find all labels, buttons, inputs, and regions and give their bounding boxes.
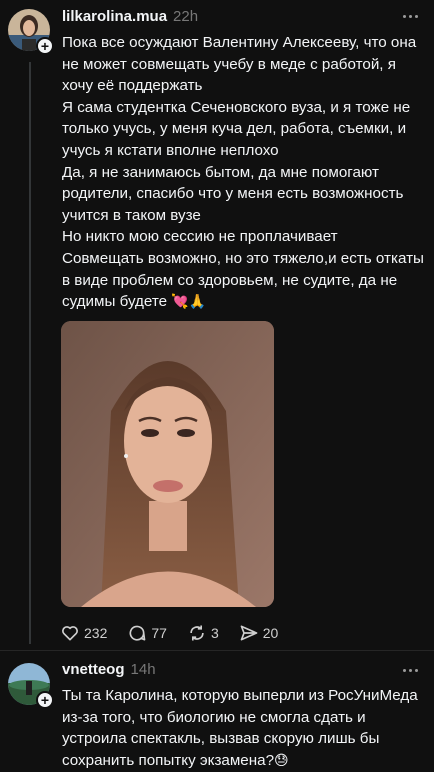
post-line: Пока все осуждают Валентину Алексееву, ч… [62,34,417,95]
timestamp: 14h [130,661,156,678]
post-line: Да, я не занимаюсь бытом, да мне помогаю… [62,163,404,224]
repost-button[interactable]: 3 [187,623,219,643]
follow-plus-icon[interactable]: + [36,691,54,709]
comment-button[interactable]: 77 [127,623,167,643]
more-icon[interactable] [403,15,418,18]
follow-plus-icon[interactable]: + [36,37,54,55]
share-button[interactable]: 20 [239,623,279,643]
post-actions: 232 77 3 20 [60,622,298,644]
author-avatar[interactable]: + [8,663,54,709]
heart-icon [62,626,78,641]
post-text: Ты та Каролина, которую выперли из РосУн… [62,685,424,772]
thread-line [29,62,31,644]
emoji: 💘🙏 [171,294,207,311]
post-line-text: Совмещать возможно, но это тяжело,и есть… [62,249,424,311]
post-1: + lilkarolina.mua 22h Пока все осуждают … [0,0,434,650]
repost-icon [190,625,204,641]
username[interactable]: lilkarolina.mua [62,8,167,25]
author-avatar[interactable]: + [8,9,54,55]
post-line: Но никто мою сессию не проплачивает [62,228,338,246]
like-button[interactable]: 232 [60,623,107,643]
timestamp: 22h [173,8,199,25]
username[interactable]: vnetteog [62,661,125,678]
post-2: + vnetteog 14h Ты та Каролина, которую в… [0,651,434,769]
post-line: Я сама студентка Сеченовского вуза, и я … [62,98,411,159]
emoji: 😓 [274,752,289,769]
post-line-text: Ты та Каролина, которую выперли из РосУн… [62,687,418,769]
more-icon[interactable] [403,669,418,672]
like-count: 232 [84,625,108,641]
repost-count: 3 [210,625,219,641]
post-line: Ты та Каролина, которую выперли из РосУн… [62,685,424,772]
post-text: Пока все осуждают Валентину Алексееву, ч… [62,32,424,314]
post-image[interactable] [61,321,274,607]
comment-count: 77 [151,625,167,641]
share-count: 20 [262,625,279,641]
comment-icon [129,625,146,641]
share-icon [240,625,258,641]
post-line: Совмещать возможно, но это тяжело,и есть… [62,248,424,314]
